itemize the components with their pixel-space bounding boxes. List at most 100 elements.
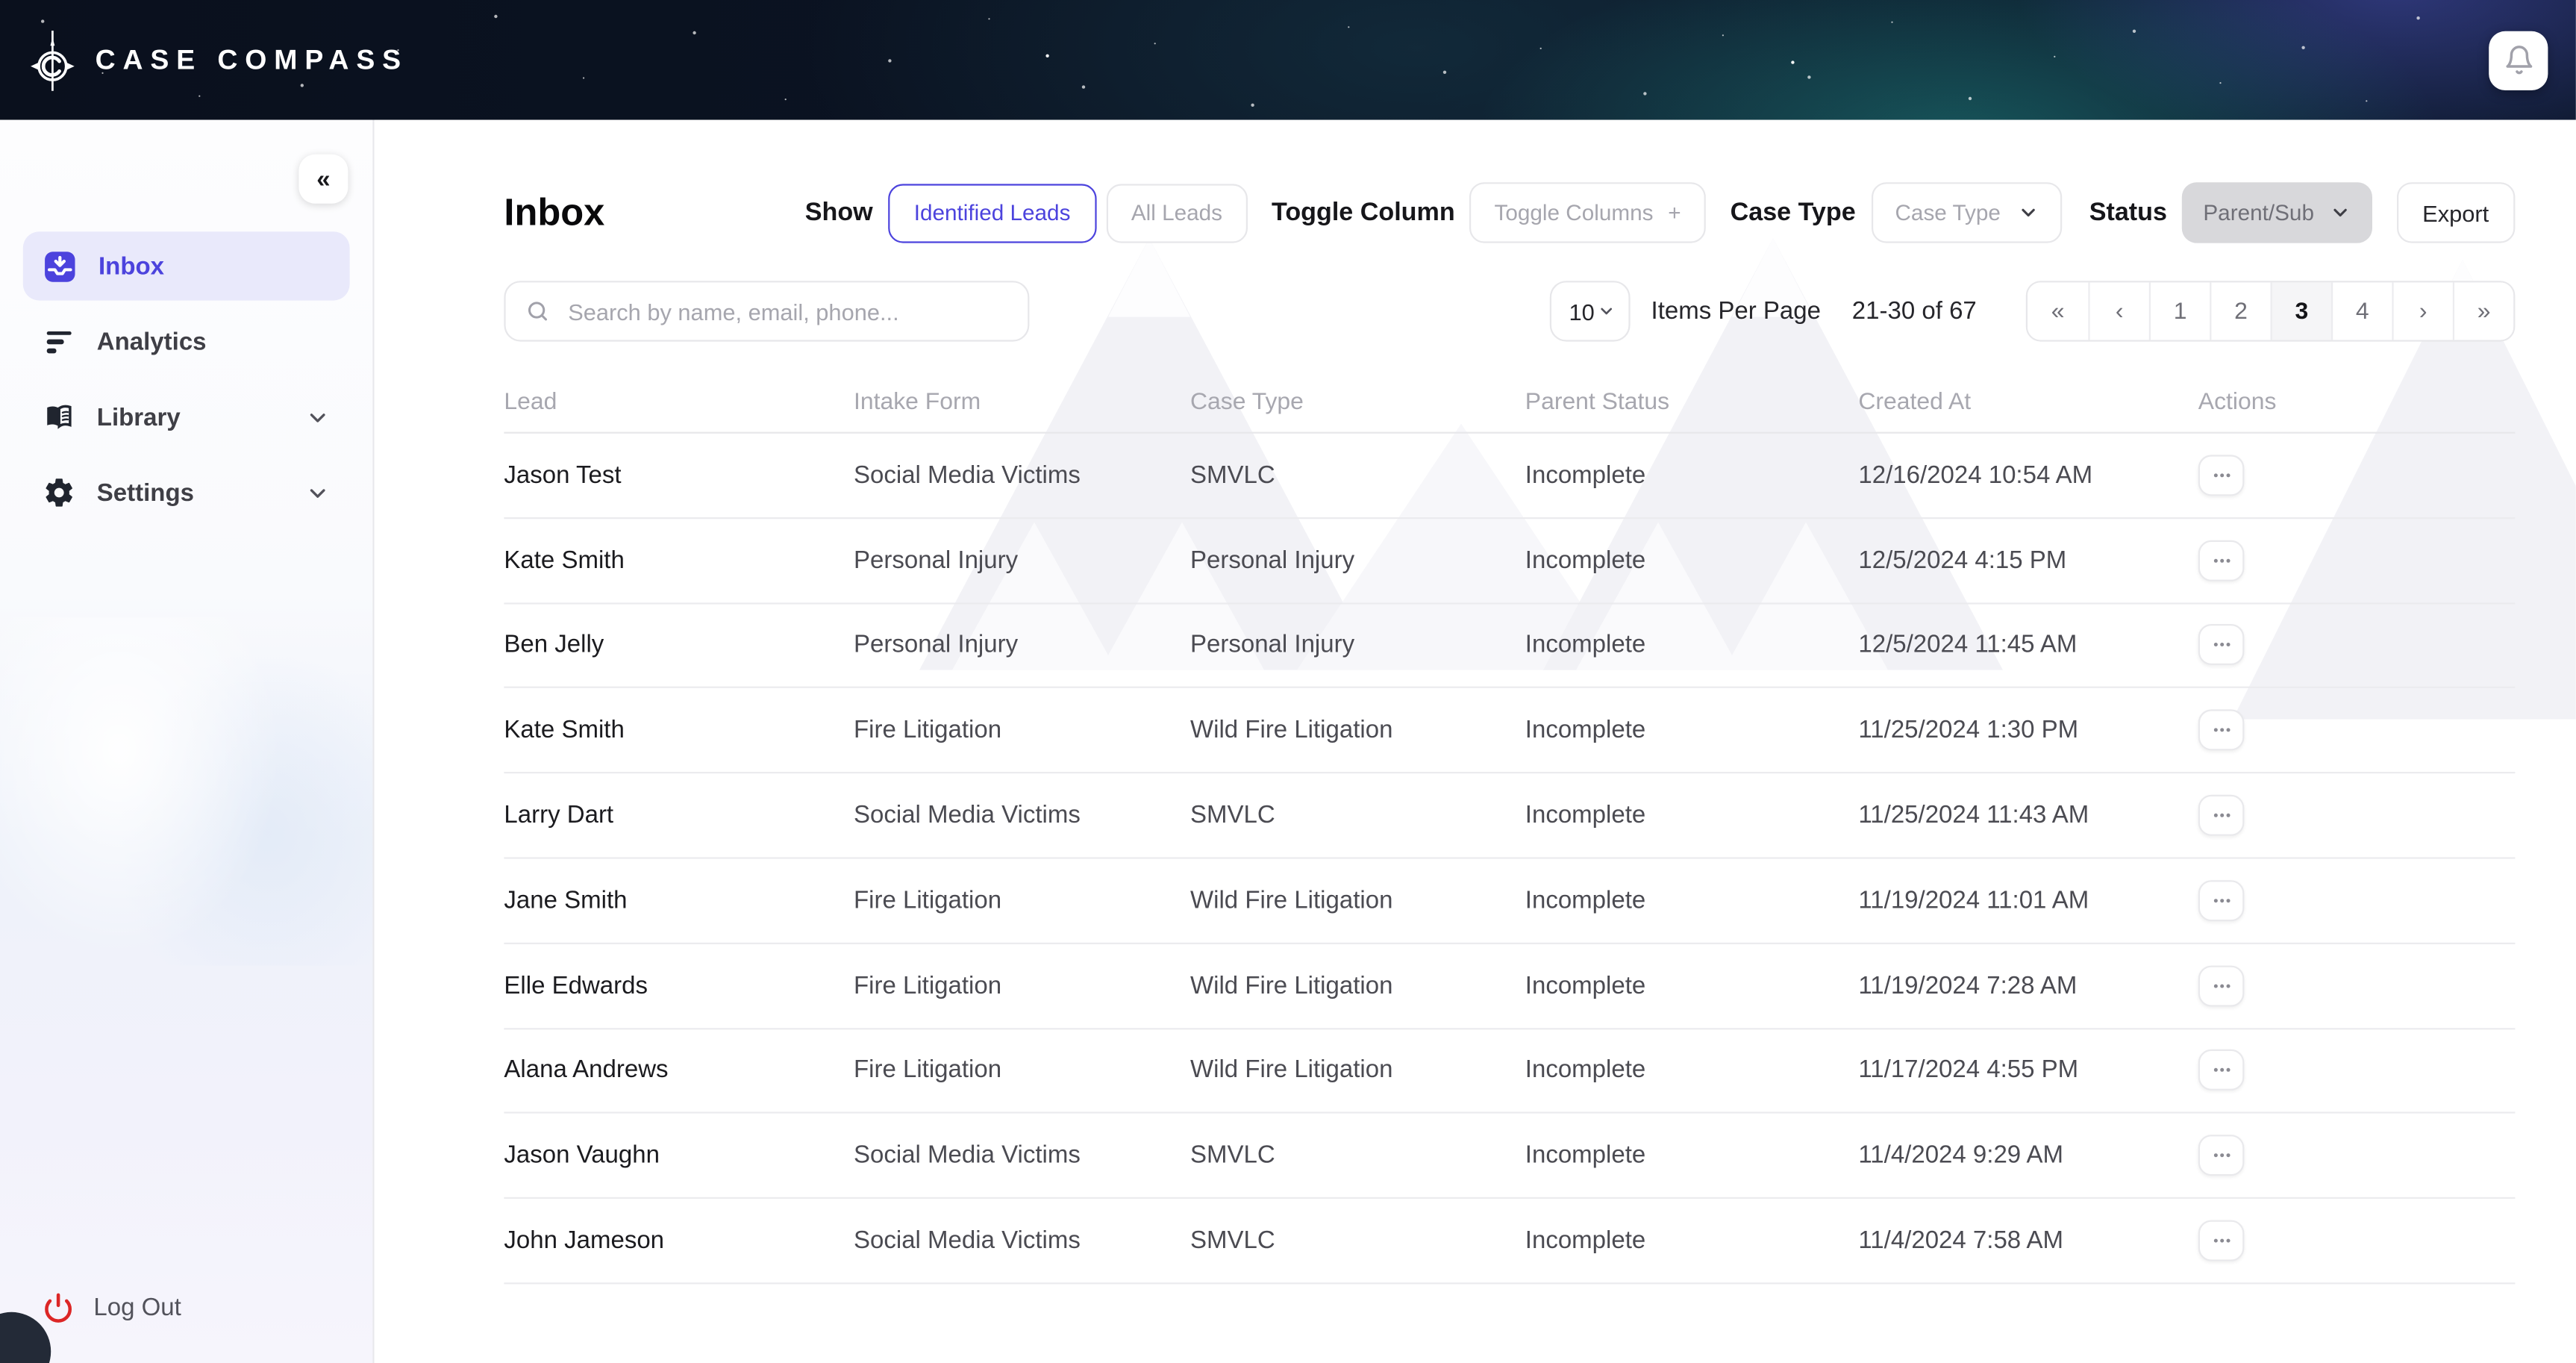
status-dropdown[interactable]: Parent/Sub — [2182, 182, 2372, 243]
all-leads-button[interactable]: All Leads — [1107, 183, 1247, 242]
toggle-columns-button[interactable]: Toggle Columns + — [1469, 182, 1705, 243]
parent-status-cell: Incomplete — [1525, 802, 1859, 829]
parent-status-cell: Incomplete — [1525, 972, 1859, 999]
chevron-down-icon — [305, 405, 330, 429]
created-at-cell: 11/19/2024 7:28 AM — [1858, 972, 2198, 999]
table-row[interactable]: Larry Dart Social Media Victims SMVLC In… — [504, 774, 2515, 859]
intake-form-cell: Personal Injury — [854, 546, 1190, 574]
chevrons-left-icon: « — [316, 165, 330, 193]
created-at-cell: 11/25/2024 1:30 PM — [1858, 717, 2198, 744]
table-row[interactable]: Kate Smith Personal Injury Personal Inju… — [504, 519, 2515, 604]
search-box — [504, 281, 1029, 341]
case-type-cell: SMVLC — [1190, 461, 1525, 489]
ellipsis-icon — [2210, 890, 2232, 911]
collapse-sidebar-button[interactable]: « — [298, 155, 348, 204]
book-icon — [43, 401, 75, 434]
parent-status-cell: Incomplete — [1525, 1227, 1859, 1255]
sidebar-nav: Inbox Analytics — [23, 231, 350, 527]
chevron-down-icon — [1597, 302, 1615, 320]
table-row[interactable]: Elle Edwards Fire Litigation Wild Fire L… — [504, 944, 2515, 1029]
chevron-down-icon — [2017, 202, 2039, 224]
sidebar-item-settings[interactable]: Settings — [23, 458, 350, 527]
row-actions-button[interactable] — [2198, 880, 2245, 921]
top-header: CASE COMPASS — [0, 0, 2576, 120]
created-at-cell: 12/5/2024 11:45 AM — [1858, 631, 2198, 659]
lead-cell: Ben Jelly — [504, 631, 854, 659]
pagination-next-button[interactable]: › — [2392, 282, 2452, 340]
main-content: Inbox Show Identified Leads All Leads To… — [375, 120, 2576, 1363]
case-type-cell: Wild Fire Litigation — [1190, 717, 1525, 744]
search-input[interactable] — [565, 296, 1008, 326]
table-row[interactable]: Kate Smith Fire Litigation Wild Fire Lit… — [504, 689, 2515, 774]
row-actions-button[interactable] — [2198, 1220, 2245, 1261]
ellipsis-icon — [2210, 805, 2232, 826]
row-actions-button[interactable] — [2198, 965, 2245, 1006]
items-per-page-label: Items Per Page — [1651, 297, 1821, 325]
row-actions-button[interactable] — [2198, 625, 2245, 666]
pagination-range-text: 21-30 of 67 — [1852, 297, 1977, 325]
row-actions-button[interactable] — [2198, 540, 2245, 581]
logout-label: Log Out — [93, 1294, 181, 1322]
notifications-button[interactable] — [2489, 31, 2548, 90]
created-at-cell: 11/17/2024 4:55 PM — [1858, 1057, 2198, 1085]
export-button[interactable]: Export — [2396, 182, 2515, 243]
lead-cell: Larry Dart — [504, 802, 854, 829]
ellipsis-icon — [2210, 720, 2232, 741]
table-row[interactable]: Jason Vaughn Social Media Victims SMVLC … — [504, 1114, 2515, 1199]
case-type-dropdown[interactable]: Case Type — [1872, 182, 2062, 243]
ellipsis-icon — [2210, 549, 2232, 571]
lead-cell: John Jameson — [504, 1227, 854, 1255]
row-actions-button[interactable] — [2198, 795, 2245, 836]
row-actions-button[interactable] — [2198, 1135, 2245, 1176]
table-row[interactable]: Alana Andrews Fire Litigation Wild Fire … — [504, 1029, 2515, 1114]
sidebar-item-inbox[interactable]: Inbox — [23, 231, 350, 300]
bell-icon — [2503, 44, 2534, 75]
status-label: Status — [2089, 198, 2167, 228]
created-at-cell: 12/5/2024 4:15 PM — [1858, 546, 2198, 574]
intake-form-cell: Personal Injury — [854, 631, 1190, 659]
table-row[interactable]: Jason Test Social Media Victims SMVLC In… — [504, 434, 2515, 519]
intake-form-cell: Fire Litigation — [854, 887, 1190, 914]
row-actions-button[interactable] — [2198, 710, 2245, 751]
pagination: « ‹ 1 2 3 4 › » — [2026, 281, 2516, 341]
table-row[interactable]: Ben Jelly Personal Injury Personal Injur… — [504, 604, 2515, 689]
pagination-page-4[interactable]: 4 — [2331, 282, 2392, 340]
case-type-label: Case Type — [1731, 198, 1856, 228]
column-header-created-at: Created At — [1858, 389, 2198, 415]
brand-logo: CASE COMPASS — [28, 27, 408, 93]
sidebar-item-analytics[interactable]: Analytics — [23, 307, 350, 375]
lead-cell: Jason Test — [504, 461, 854, 489]
ellipsis-icon — [2210, 975, 2232, 996]
sidebar-item-label: Settings — [97, 478, 194, 506]
items-per-page-select[interactable]: 10 — [1549, 281, 1630, 341]
pagination-prev-button[interactable]: ‹ — [2088, 282, 2148, 340]
lead-cell: Jane Smith — [504, 887, 854, 914]
pagination-first-button[interactable]: « — [2028, 282, 2088, 340]
parent-status-cell: Incomplete — [1525, 887, 1859, 914]
pagination-last-button[interactable]: » — [2453, 282, 2513, 340]
row-actions-button[interactable] — [2198, 455, 2245, 496]
items-per-page-value: 10 — [1569, 298, 1595, 324]
sidebar: « Inbox — [0, 120, 375, 1363]
status-dropdown-value: Parent/Sub — [2203, 200, 2314, 225]
analytics-icon — [43, 325, 75, 358]
compass-logo-icon — [28, 27, 77, 93]
pagination-page-1[interactable]: 1 — [2149, 282, 2210, 340]
case-type-cell: Wild Fire Litigation — [1190, 972, 1525, 999]
table-row[interactable]: John Jameson Social Media Victims SMVLC … — [504, 1199, 2515, 1284]
pagination-page-3[interactable]: 3 — [2271, 282, 2331, 340]
intake-form-cell: Social Media Victims — [854, 1227, 1190, 1255]
logout-button[interactable]: Log Out — [43, 1292, 181, 1323]
intake-form-cell: Social Media Victims — [854, 461, 1190, 489]
row-actions-button[interactable] — [2198, 1050, 2245, 1091]
case-type-cell: SMVLC — [1190, 1142, 1525, 1170]
toolbar: Inbox Show Identified Leads All Leads To… — [504, 182, 2515, 243]
lead-cell: Kate Smith — [504, 546, 854, 574]
identified-leads-button[interactable]: Identified Leads — [888, 183, 1097, 242]
pagination-page-2[interactable]: 2 — [2210, 282, 2270, 340]
created-at-cell: 12/16/2024 10:54 AM — [1858, 461, 2198, 489]
ellipsis-icon — [2210, 1060, 2232, 1082]
parent-status-cell: Incomplete — [1525, 631, 1859, 659]
sidebar-item-library[interactable]: Library — [23, 383, 350, 452]
table-row[interactable]: Jane Smith Fire Litigation Wild Fire Lit… — [504, 859, 2515, 944]
